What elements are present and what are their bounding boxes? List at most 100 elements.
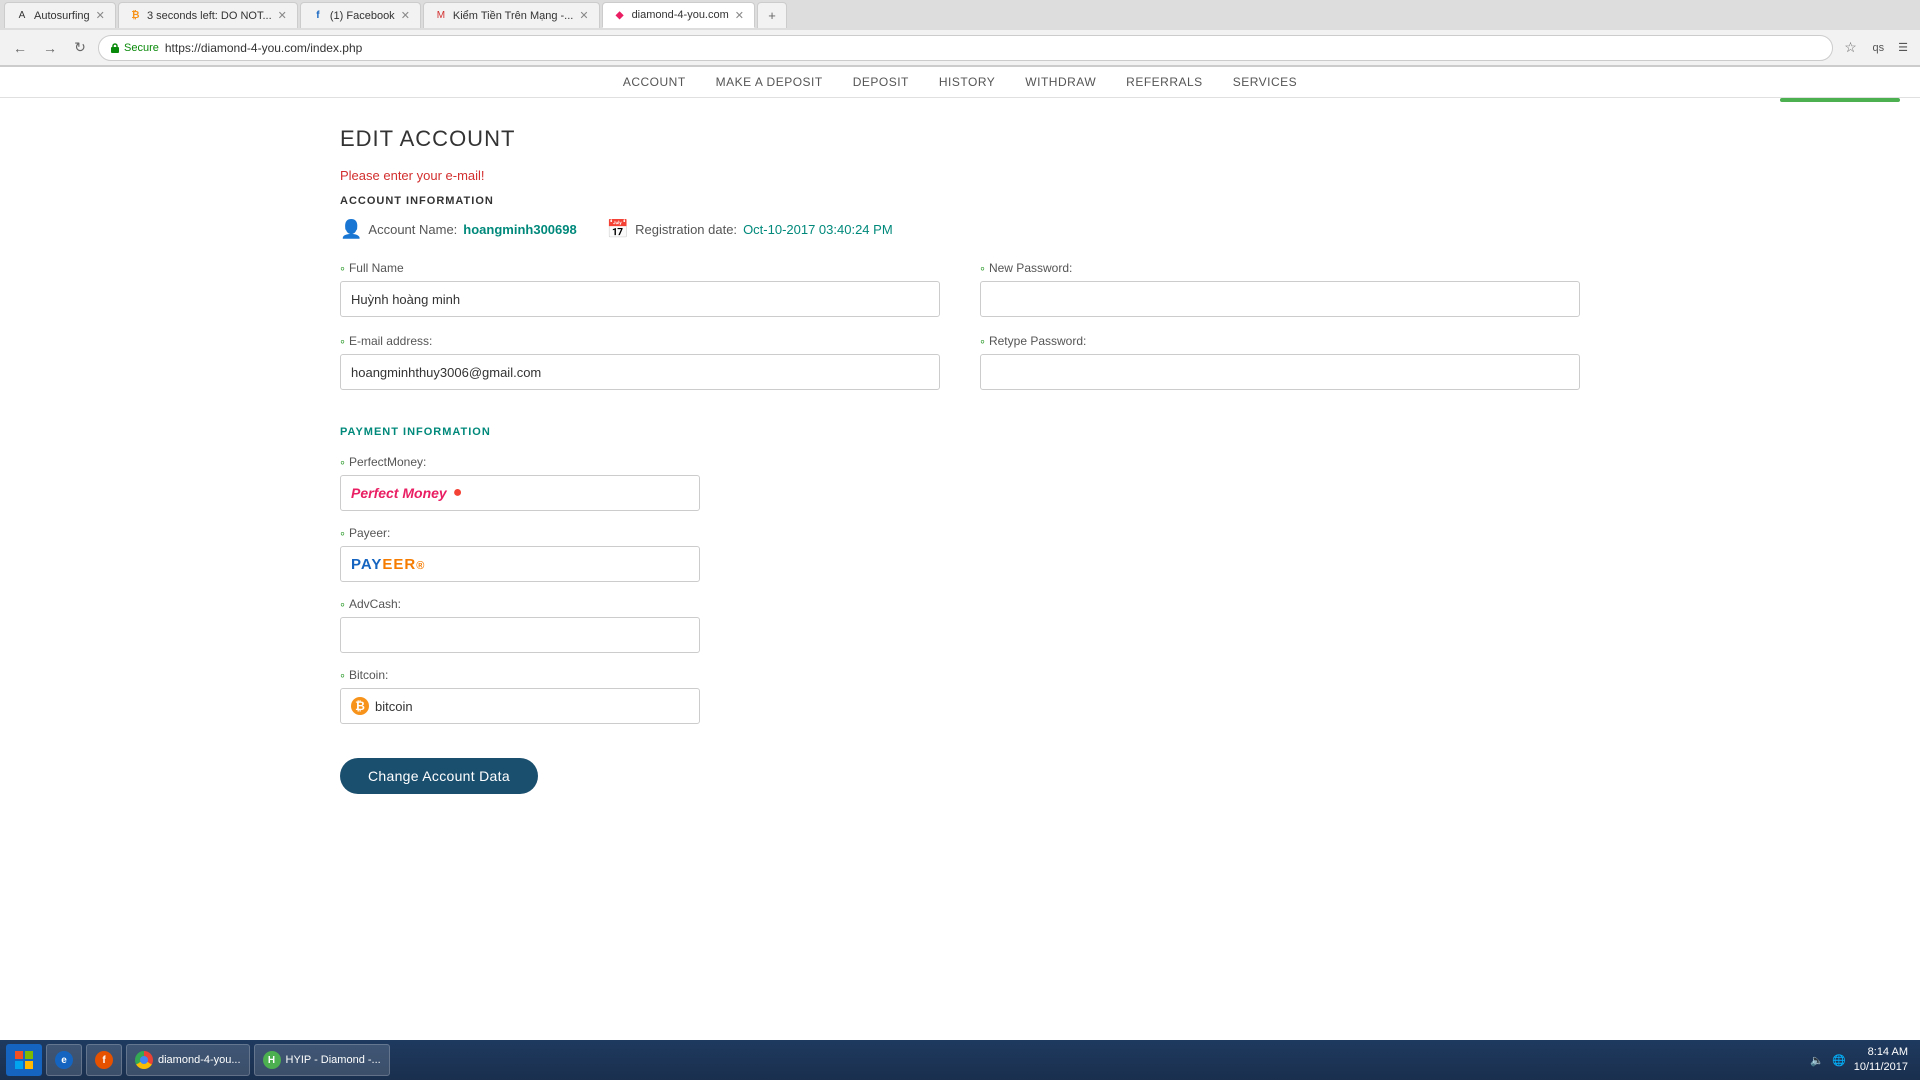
payeer-label-text: Payeer: — [349, 526, 390, 540]
tab-favicon-autosurfing: A — [15, 9, 29, 23]
taskbar-firefox-button[interactable]: f — [86, 1044, 122, 1076]
bitcoin-group: ◦ Bitcoin: ₿ bitcoin — [340, 667, 1580, 724]
start-button[interactable] — [6, 1044, 42, 1076]
payeer-text: PAYEER® — [351, 556, 425, 573]
bitcoin-bullet: ◦ — [340, 667, 345, 683]
windows-logo-icon — [14, 1050, 34, 1070]
retype-password-label-text: Retype Password: — [989, 334, 1086, 348]
payeer-pay-text: PAY — [351, 556, 382, 573]
payeer-eer-text: EER — [382, 556, 416, 573]
bitcoin-icon: ₿ — [351, 697, 369, 715]
tab-favicon-diamond: ◆ — [613, 8, 627, 22]
hyip-icon: H — [263, 1051, 281, 1069]
payment-section: PAYMENT INFORMATION ◦ PerfectMoney: Perf… — [340, 426, 1580, 794]
perfect-money-input[interactable]: Perfect Money ● — [340, 475, 700, 511]
tab-favicon-facebook: f — [311, 9, 325, 23]
site-navigation: ACCOUNT MAKE A DEPOSIT DEPOSIT HISTORY W… — [0, 67, 1920, 98]
error-message: Please enter your e-mail! — [340, 168, 1580, 183]
taskbar-hyip-button[interactable]: H HYIP - Diamond -... — [254, 1044, 390, 1076]
bitcoin-label-text: Bitcoin: — [349, 668, 388, 682]
tab-close-btc[interactable]: ✕ — [278, 9, 287, 22]
new-tab-button[interactable]: + — [757, 2, 787, 28]
submit-button[interactable]: Change Account Data — [340, 758, 538, 794]
main-content: EDIT ACCOUNT Please enter your e-mail! A… — [0, 106, 1920, 814]
nav-history[interactable]: HISTORY — [939, 75, 995, 89]
full-name-label: ◦ Full Name — [340, 260, 940, 276]
advcash-bullet: ◦ — [340, 596, 345, 612]
tab-facebook[interactable]: f (1) Facebook ✕ — [300, 2, 421, 28]
back-button[interactable]: ← — [8, 36, 32, 60]
tab-close-facebook[interactable]: ✕ — [401, 9, 410, 22]
hyip-taskbar-label: HYIP - Diamond -... — [286, 1054, 381, 1066]
taskbar-ie-button[interactable]: e — [46, 1044, 82, 1076]
payeer-input[interactable]: PAYEER® — [340, 546, 700, 582]
firefox-icon: f — [95, 1051, 113, 1069]
tab-autosurfing[interactable]: A Autosurfing ✕ — [4, 2, 116, 28]
tab-btc[interactable]: ₿ 3 seconds left: DO NOT... ✕ — [118, 2, 298, 28]
tab-close-diamond[interactable]: ✕ — [735, 9, 744, 22]
bitcoin-text: bitcoin — [375, 699, 413, 714]
payeer-bullet: ◦ — [340, 525, 345, 541]
advcash-input[interactable] — [340, 617, 700, 653]
taskbar: e f diamond-4-you... H HYIP - Diamond -.… — [0, 1040, 1920, 1080]
bitcoin-input[interactable]: ₿ bitcoin — [340, 688, 700, 724]
calendar-icon: 📅 — [607, 219, 629, 240]
forward-button[interactable]: → — [38, 36, 62, 60]
perfect-money-dot: ● — [453, 484, 463, 502]
account-information-label: ACCOUNT INFORMATION — [340, 195, 1580, 207]
refresh-button[interactable]: ↻ — [68, 36, 92, 60]
email-group: ◦ E-mail address: — [340, 333, 940, 390]
nav-services[interactable]: SERVICES — [1233, 75, 1297, 89]
reg-date-label: Registration date: — [635, 222, 737, 237]
profile-button[interactable]: qs — [1869, 42, 1889, 54]
payeer-label: ◦ Payeer: — [340, 525, 1580, 541]
tab-label-kiemtien: Kiểm Tiền Trên Mạng -... — [453, 10, 573, 22]
full-name-bullet: ◦ — [340, 260, 345, 276]
clock-date: 10/11/2017 — [1854, 1060, 1908, 1075]
clock-time: 8:14 AM — [1854, 1045, 1908, 1060]
full-name-input[interactable] — [340, 281, 940, 317]
nav-make-deposit[interactable]: MAKE A DEPOSIT — [716, 75, 823, 89]
full-name-label-text: Full Name — [349, 261, 404, 275]
menu-button[interactable]: ☰ — [1894, 41, 1912, 54]
address-input-container[interactable]: Secure https://diamond-4-you.com/index.p… — [98, 35, 1833, 61]
email-bullet: ◦ — [340, 333, 345, 349]
taskbar-chrome-button[interactable]: diamond-4-you... — [126, 1044, 250, 1076]
browser-chrome: A Autosurfing ✕ ₿ 3 seconds left: DO NOT… — [0, 0, 1920, 67]
new-password-group: ◦ New Password: — [980, 260, 1580, 317]
tab-bar: A Autosurfing ✕ ₿ 3 seconds left: DO NOT… — [0, 0, 1920, 30]
lock-icon — [109, 42, 121, 54]
new-password-bullet: ◦ — [980, 260, 985, 276]
nav-deposit[interactable]: DEPOSIT — [853, 75, 909, 89]
perfect-money-label: ◦ PerfectMoney: — [340, 454, 1580, 470]
full-name-group: ◦ Full Name — [340, 260, 940, 317]
new-password-input[interactable] — [980, 281, 1580, 317]
perfect-money-label-text: PerfectMoney: — [349, 455, 426, 469]
retype-password-input[interactable] — [980, 354, 1580, 390]
ie-icon: e — [55, 1051, 73, 1069]
tab-close-autosurfing[interactable]: ✕ — [96, 9, 105, 22]
form-grid: ◦ Full Name ◦ New Password: ◦ E-mail add… — [340, 260, 1580, 406]
address-bar: ← → ↻ Secure https://diamond-4-you.com/i… — [0, 30, 1920, 66]
new-password-label-text: New Password: — [989, 261, 1072, 275]
bookmark-button[interactable]: ☆ — [1839, 36, 1863, 60]
advcash-label: ◦ AdvCash: — [340, 596, 1580, 612]
nav-referrals[interactable]: REFERRALS — [1126, 75, 1203, 89]
email-input[interactable] — [340, 354, 940, 390]
tab-favicon-kiemtien: M — [434, 9, 448, 23]
nav-account[interactable]: ACCOUNT — [623, 75, 686, 89]
tab-label-facebook: (1) Facebook — [330, 10, 395, 22]
account-name-label: Account Name: — [368, 222, 457, 237]
tab-diamond[interactable]: ◆ diamond-4-you.com ✕ — [602, 2, 755, 28]
account-name-value: hoangminh300698 — [463, 222, 576, 237]
secure-badge: Secure — [109, 42, 159, 54]
reg-date-block: 📅 Registration date: Oct-10-2017 03:40:2… — [607, 219, 893, 240]
tab-kiemtien[interactable]: M Kiểm Tiền Trên Mạng -... ✕ — [423, 2, 600, 28]
retype-password-label: ◦ Retype Password: — [980, 333, 1580, 349]
tab-favicon-btc: ₿ — [129, 9, 142, 23]
perfect-money-text: Perfect Money — [351, 485, 447, 501]
account-info-row: 👤 Account Name: hoangminh300698 📅 Regist… — [340, 219, 1580, 240]
tab-close-kiemtien[interactable]: ✕ — [579, 9, 588, 22]
email-label-text: E-mail address: — [349, 334, 432, 348]
nav-withdraw[interactable]: WITHDRAW — [1025, 75, 1096, 89]
